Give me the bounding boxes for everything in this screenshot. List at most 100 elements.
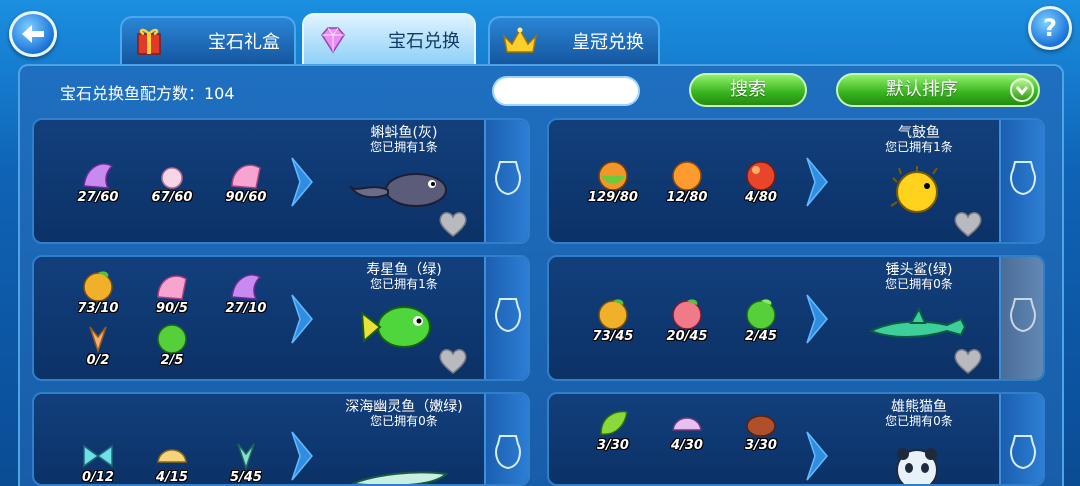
question-mark-icon: ? <box>1043 14 1057 42</box>
recipe-card[interactable]: 73/45 20/45 2/45 锤头鲨(绿) 您已拥有0条 <box>547 255 1045 381</box>
gem-slot: 2/45 <box>731 297 791 349</box>
sort-label: 默认排序 <box>886 79 958 100</box>
owned-count: 您已拥有1条 <box>370 277 438 291</box>
owned-count: 您已拥有0条 <box>885 277 953 291</box>
leaf-gem-icon <box>600 410 628 435</box>
owned-count: 您已拥有1条 <box>370 140 438 154</box>
brown-nut-gem-icon <box>746 415 776 437</box>
bow-gem-icon <box>83 444 113 468</box>
fish-tank-button[interactable] <box>999 257 1043 379</box>
gem-count: 4/30 <box>671 438 703 453</box>
butterfly-gem-icon <box>237 443 255 471</box>
gem-slot: 67/60 <box>142 158 202 210</box>
gem-slot: 4/15 <box>142 438 202 485</box>
gem-slot: 0/2 <box>68 321 128 373</box>
red-green-gem-icon <box>672 299 702 330</box>
recipe-card[interactable]: 129/80 12/80 4/80 气鼓鱼 您已拥有1条 <box>547 118 1045 244</box>
recipe-card[interactable]: 3/30 4/30 3/30 雄熊猫鱼 您已拥有0条 <box>547 392 1045 486</box>
gem-slot: 20/45 <box>657 297 717 349</box>
rainbow-shell-gem-icon <box>157 449 187 463</box>
gem-count: 3/30 <box>597 438 629 453</box>
gem-slot: 12/80 <box>657 158 717 210</box>
favorite-heart-icon[interactable] <box>436 347 470 375</box>
gem-slot: 3/30 <box>583 406 643 458</box>
gem-slot: 4/80 <box>731 158 791 210</box>
gem-count: 4/80 <box>745 190 777 205</box>
chevron-right-icon <box>291 157 313 207</box>
fish-jar-icon <box>1010 161 1036 196</box>
gem-slot: 2/5 <box>142 321 202 373</box>
fish-tank-button[interactable] <box>999 394 1043 484</box>
green-gem-icon <box>157 324 187 354</box>
orange-green-gem-icon <box>598 161 628 191</box>
gem-count: 27/60 <box>77 190 119 205</box>
gem-count: 2/5 <box>160 353 184 368</box>
chevron-right-icon <box>806 431 828 481</box>
recipe-card[interactable]: 0/12 4/15 5/45 深海幽灵鱼（嫩绿) 您已拥有0条 <box>32 392 530 486</box>
chevron-right-icon <box>806 157 828 207</box>
gem-slot: 90/60 <box>216 158 276 210</box>
favorite-heart-icon[interactable] <box>436 210 470 238</box>
recipe-count-label: 宝石兑换鱼配方数：104 <box>60 84 235 103</box>
fish-tank-button[interactable] <box>484 120 528 242</box>
gem-count: 2/45 <box>745 329 777 344</box>
tab-crown-exchange[interactable]: 皇冠兑换 <box>488 16 660 64</box>
owned-count: 您已拥有1条 <box>885 140 953 154</box>
gem-count: 0/12 <box>82 470 114 485</box>
diamond-icon <box>321 27 345 54</box>
sort-dropdown[interactable]: 默认排序 <box>836 73 1040 107</box>
crown-icon <box>502 27 538 53</box>
pink-conch-gem-icon <box>231 164 261 189</box>
tab-label: 宝石兑换 <box>388 30 460 52</box>
search-input[interactable] <box>492 76 640 106</box>
green-gem-icon <box>746 299 776 330</box>
gem-slot: 27/60 <box>68 158 128 210</box>
recipe-card[interactable]: 27/60 67/60 90/60 蝌蚪鱼(灰) 您已拥有1条 <box>32 118 530 244</box>
rainbow-shell-gem-icon <box>672 417 702 431</box>
gem-count: 90/60 <box>225 190 267 205</box>
favorite-heart-icon[interactable] <box>951 210 985 238</box>
gem-slot: 4/30 <box>657 406 717 458</box>
gem-count: 5/45 <box>230 470 262 485</box>
fish-jar-icon <box>495 161 521 196</box>
fish-tank-button[interactable] <box>484 394 528 484</box>
gift-box-icon <box>137 28 161 55</box>
gem-slot: 27/10 <box>216 269 276 321</box>
gem-slot: 129/80 <box>583 158 643 210</box>
chevron-right-icon <box>291 431 313 481</box>
help-button[interactable]: ? <box>1028 6 1072 50</box>
back-button[interactable] <box>9 11 57 57</box>
tab-gem-exchange[interactable]: 宝石兑换 <box>302 13 476 64</box>
tab-gem-giftbox[interactable]: 宝石礼盒 <box>120 16 296 64</box>
red-orange-gem-icon <box>746 161 776 191</box>
pink-conch-gem-icon <box>157 275 187 300</box>
tab-label: 皇冠兑换 <box>572 32 644 53</box>
gem-slot: 3/30 <box>731 406 791 458</box>
orange-green-gem-icon <box>83 271 113 302</box>
owned-count: 您已拥有0条 <box>885 414 953 428</box>
orange-green-gem-icon <box>598 299 628 330</box>
search-button[interactable]: 搜索 <box>689 73 807 107</box>
fish-jar-icon <box>1010 298 1036 333</box>
chevron-down-icon <box>1010 78 1034 102</box>
fish-tank-button[interactable] <box>484 257 528 379</box>
purple-shell-gem-icon <box>83 163 114 189</box>
gem-count: 4/15 <box>156 470 188 485</box>
fish-tank-button[interactable] <box>999 120 1043 242</box>
recipe-card[interactable]: 73/10 90/5 27/10 0/2 2/5 寿星鱼（绿) 您已拥有1条 <box>32 255 530 381</box>
gem-count: 67/60 <box>151 190 193 205</box>
gem-count: 73/45 <box>592 329 634 344</box>
gem-slot: 5/45 <box>216 438 276 485</box>
gem-count: 3/30 <box>745 438 777 453</box>
back-arrow-icon <box>22 25 44 43</box>
purple-shell-gem-icon <box>231 274 262 300</box>
panda-fish-image <box>896 448 938 484</box>
orange-gem-icon <box>672 161 702 191</box>
chevron-right-icon <box>291 294 313 344</box>
gem-count: 73/10 <box>77 301 119 316</box>
chevron-right-icon <box>806 294 828 344</box>
gem-count: 20/45 <box>666 329 708 344</box>
favorite-heart-icon[interactable] <box>951 347 985 375</box>
fish-jar-icon <box>1010 435 1036 470</box>
butterfly-gem-icon <box>89 326 107 354</box>
